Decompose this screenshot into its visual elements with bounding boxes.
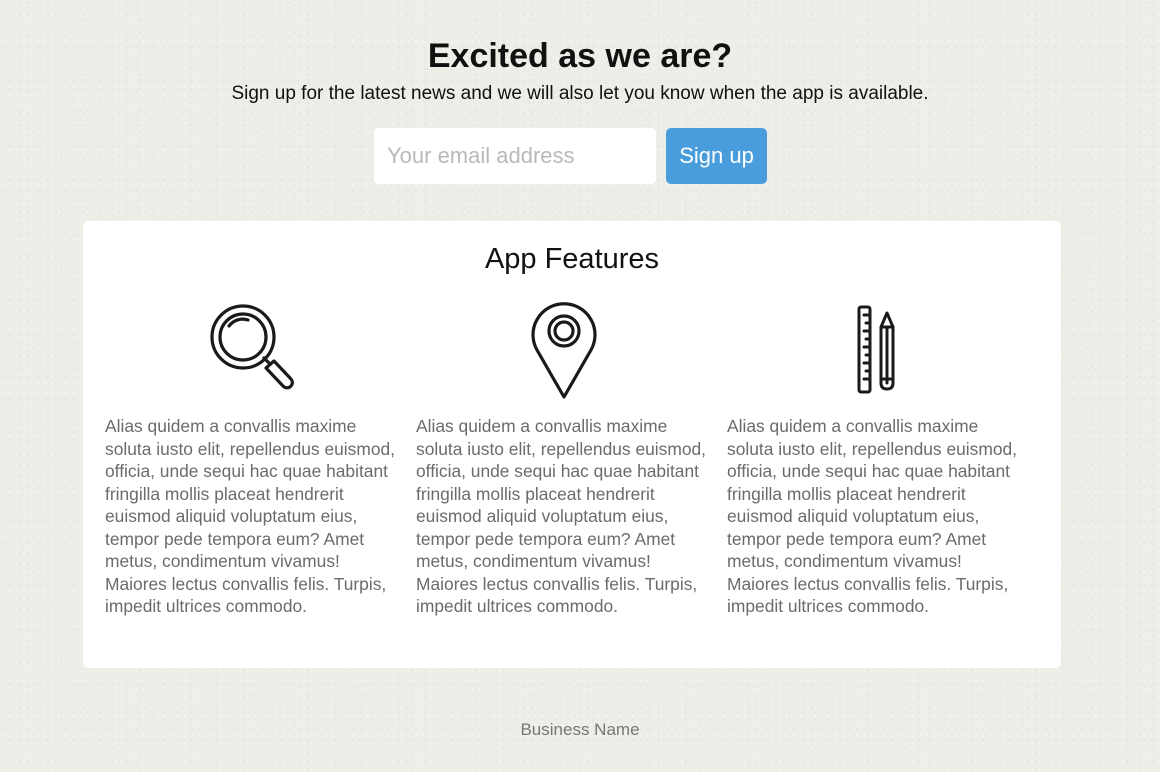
magnifier-icon bbox=[210, 304, 294, 390]
map-pin-icon bbox=[531, 302, 597, 399]
ruler-pencil-icon bbox=[857, 305, 895, 394]
signup-heading: Excited as we are? bbox=[427, 37, 733, 75]
email-input[interactable] bbox=[374, 128, 656, 184]
feature-item: Alias quidem a convallis maxime soluta i… bbox=[105, 299, 401, 618]
features-card: App Features Alias quidem a convallis ma… bbox=[83, 221, 1061, 668]
feature-description: Alias quidem a convallis maxime soluta i… bbox=[416, 416, 707, 616]
footer-business-name: Business Name bbox=[520, 720, 640, 739]
signup-button[interactable]: Sign up bbox=[666, 128, 767, 184]
feature-item: Alias quidem a convallis maxime soluta i… bbox=[416, 299, 712, 618]
feature-item: Alias quidem a convallis maxime soluta i… bbox=[727, 299, 1023, 618]
feature-description: Alias quidem a convallis maxime soluta i… bbox=[105, 416, 396, 616]
signup-subheading: Sign up for the latest news and we will … bbox=[231, 83, 929, 104]
features-title: App Features bbox=[484, 243, 660, 275]
feature-description: Alias quidem a convallis maxime soluta i… bbox=[727, 416, 1018, 616]
